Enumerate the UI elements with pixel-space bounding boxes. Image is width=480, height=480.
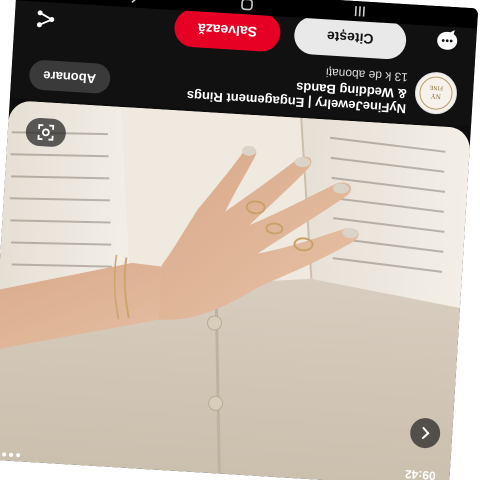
nav-back-icon[interactable]: [126, 0, 143, 6]
nav-home-icon[interactable]: [239, 0, 256, 13]
visual-search-icon: [37, 124, 55, 141]
pin-image[interactable]: [0, 100, 471, 480]
nav-recents-icon[interactable]: [351, 3, 368, 20]
status-indicators: [1, 452, 21, 458]
share-button[interactable]: [34, 8, 57, 31]
more-dots-icon: [1, 452, 21, 458]
board-avatar[interactable]: NY FINE: [413, 70, 459, 116]
share-icon: [36, 10, 55, 28]
comment-icon: [437, 30, 458, 50]
visual-search-button[interactable]: [25, 117, 67, 148]
svg-text:FINE: FINE: [429, 84, 443, 91]
pin-photo-illustration: [0, 100, 471, 480]
follow-button[interactable]: Abonare: [28, 59, 111, 95]
ny-fine-logo: NY FINE: [419, 76, 453, 110]
chevron-left-icon: [421, 426, 430, 439]
comment-button[interactable]: [433, 26, 461, 54]
screenshot-stage: 09:42 NY FINE NyFineJewelry | Engagement…: [0, 0, 480, 480]
status-time: 09:42: [404, 466, 437, 480]
svg-text:NY: NY: [430, 92, 441, 101]
phone-screen: 09:42 NY FINE NyFineJewelry | Engagement…: [0, 0, 479, 480]
